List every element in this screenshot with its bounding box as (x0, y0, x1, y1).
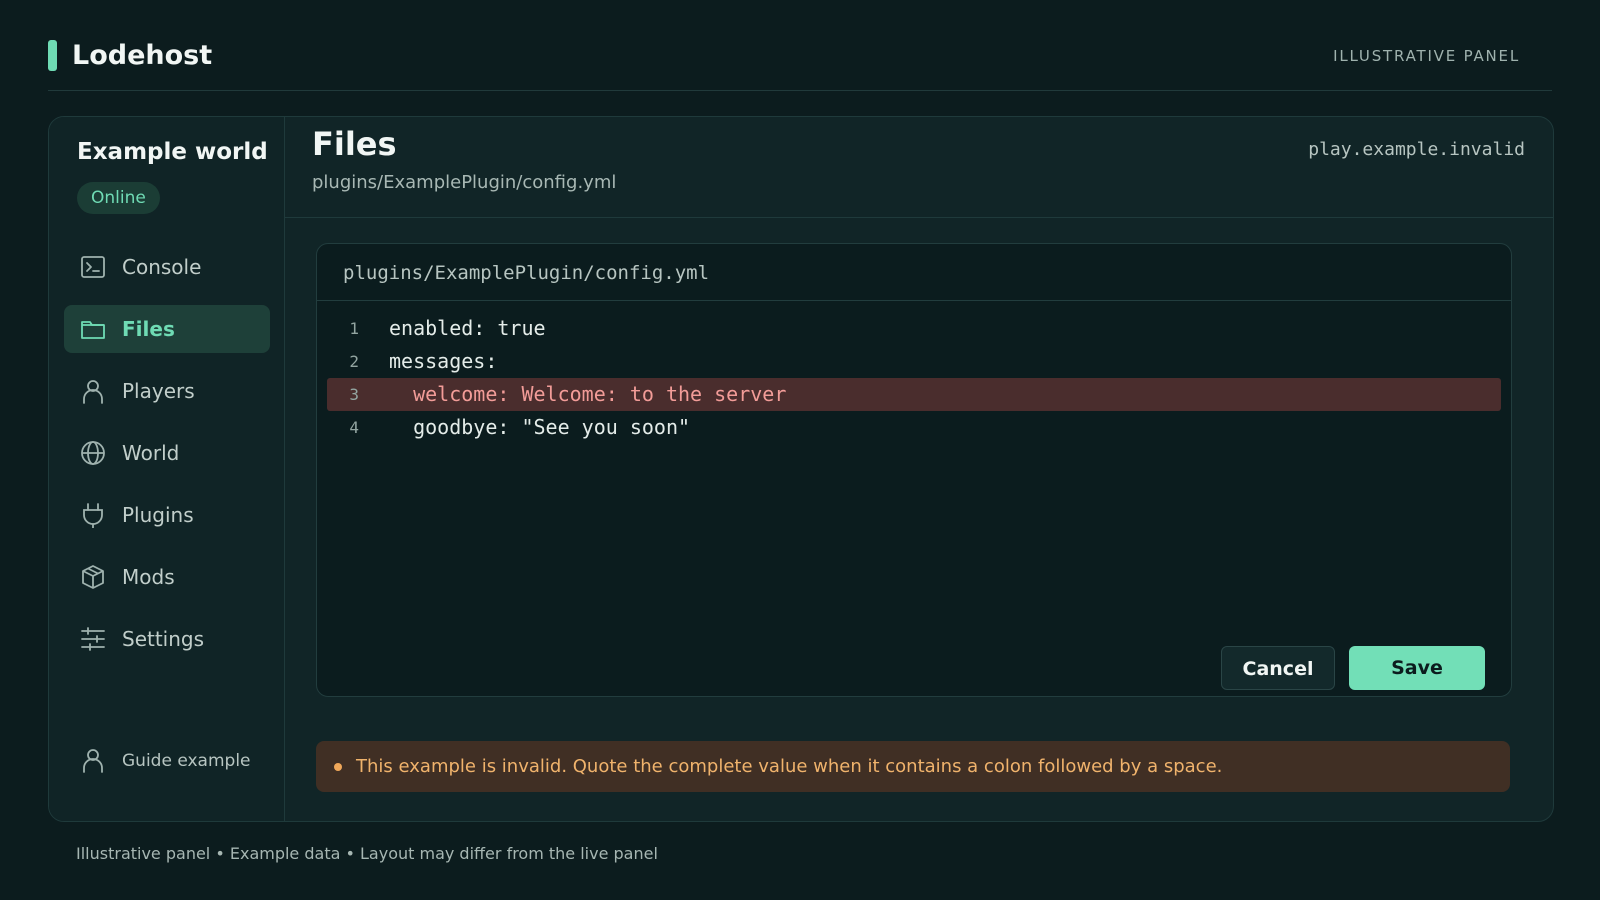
terminal-icon (81, 256, 105, 278)
code-area[interactable]: 1 enabled: true 2 messages: 3 welcome: W… (317, 312, 1511, 444)
sidebar-item-console[interactable]: Console (64, 243, 270, 291)
alert-message: This example is invalid. Quote the compl… (356, 756, 1223, 777)
sidebar-item-settings[interactable]: Settings (64, 615, 270, 663)
person-icon (83, 749, 103, 773)
editor-header: plugins/ExamplePlugin/config.yml (317, 244, 1511, 301)
page-header: Files plugins/ExamplePlugin/config.yml p… (284, 117, 1553, 218)
panel-tag: ILLUSTRATIVE PANEL (1333, 47, 1520, 65)
warning-dot-icon (334, 763, 342, 771)
guide-example-link[interactable]: Guide example (64, 741, 270, 781)
code-line-error: 3 welcome: Welcome: to the server (327, 378, 1501, 411)
file-editor: plugins/ExamplePlugin/config.yml 1 enabl… (316, 243, 1512, 697)
footer-note: Illustrative panel • Example data • Layo… (76, 844, 658, 863)
breadcrumb: plugins/ExamplePlugin/config.yml (312, 172, 617, 193)
main-content: Files plugins/ExamplePlugin/config.yml p… (284, 117, 1553, 821)
line-text: goodbye: "See you soon" (389, 415, 691, 439)
sidebar-item-label: Plugins (122, 503, 194, 527)
line-number: 4 (349, 418, 359, 437)
status-badge: Online (77, 182, 160, 214)
box-icon (82, 565, 104, 589)
code-line: 1 enabled: true (327, 312, 1501, 345)
cancel-button[interactable]: Cancel (1221, 646, 1335, 690)
plug-icon (83, 503, 103, 528)
sidebar-item-label: Mods (122, 565, 175, 589)
line-text: enabled: true (389, 316, 546, 340)
code-line: 4 goodbye: "See you soon" (327, 411, 1501, 444)
line-number: 1 (349, 319, 359, 338)
editor-filename: plugins/ExamplePlugin/config.yml (343, 262, 710, 284)
folder-icon (81, 321, 105, 339)
server-address: play.example.invalid (1308, 139, 1525, 160)
brand-name: Lodehost (72, 40, 213, 71)
sidebar-item-label: Players (122, 379, 195, 403)
brand-mark (48, 40, 57, 71)
sidebar-item-label: World (122, 441, 180, 465)
page-title: Files (312, 125, 397, 163)
sidebar-item-label: Console (122, 255, 202, 279)
sidebar-item-files[interactable]: Files (64, 305, 270, 353)
guide-label: Guide example (122, 751, 251, 771)
globe-icon (81, 441, 105, 465)
sidebar-item-players[interactable]: Players (64, 367, 270, 415)
line-number: 3 (349, 385, 359, 404)
sliders-icon (81, 627, 105, 651)
server-name: Example world (77, 139, 268, 165)
validation-alert: This example is invalid. Quote the compl… (316, 741, 1510, 792)
sidebar: Example world Online Console Files Playe… (49, 117, 285, 821)
sidebar-item-label: Settings (122, 627, 205, 651)
code-line: 2 messages: (327, 345, 1501, 378)
sidebar-item-plugins[interactable]: Plugins (64, 491, 270, 539)
save-button[interactable]: Save (1349, 646, 1485, 690)
sidebar-item-label: Files (122, 317, 175, 341)
line-number: 2 (349, 352, 359, 371)
panel-frame: Example world Online Console Files Playe… (48, 116, 1554, 822)
line-text: welcome: Welcome: to the server (389, 382, 787, 406)
top-bar: Lodehost ILLUSTRATIVE PANEL (48, 40, 1552, 91)
sidebar-item-world[interactable]: World (64, 429, 270, 477)
line-text: messages: (389, 349, 498, 373)
person-icon (83, 380, 103, 404)
sidebar-item-mods[interactable]: Mods (64, 553, 270, 601)
